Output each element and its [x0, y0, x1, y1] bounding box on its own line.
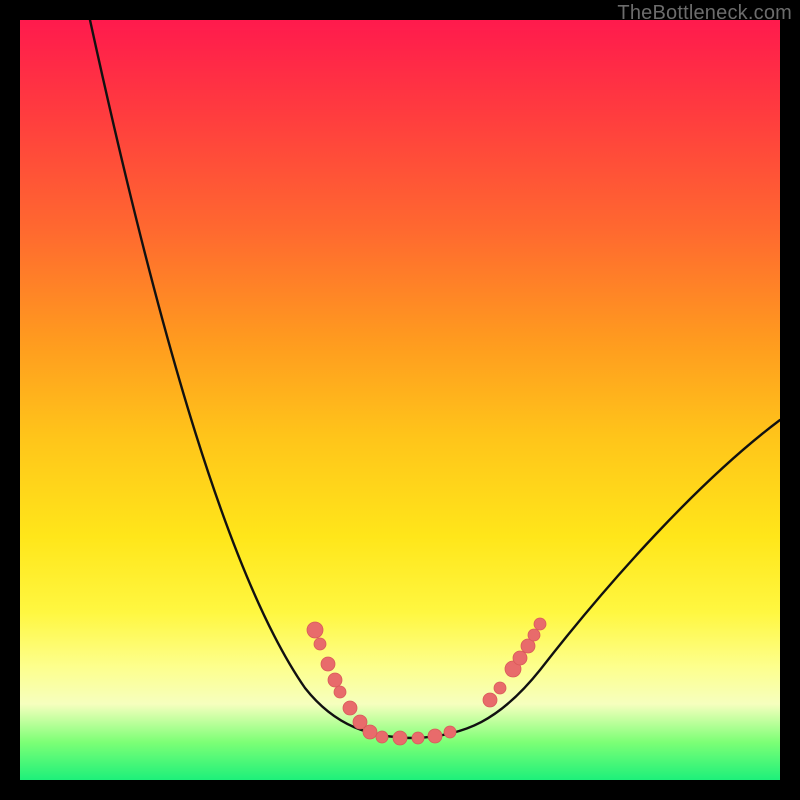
- data-point-marker: [321, 657, 335, 671]
- data-point-marker: [534, 618, 546, 630]
- data-point-marker: [334, 686, 346, 698]
- data-point-marker: [412, 732, 424, 744]
- data-point-marker: [444, 726, 456, 738]
- data-point-marker: [494, 682, 506, 694]
- data-point-marker: [314, 638, 326, 650]
- data-point-marker: [505, 661, 521, 677]
- marker-group: [307, 618, 546, 745]
- data-point-marker: [513, 651, 527, 665]
- data-point-marker: [428, 729, 442, 743]
- data-point-marker: [528, 629, 540, 641]
- plot-area: [20, 20, 780, 780]
- data-point-marker: [483, 693, 497, 707]
- bottleneck-curve: [90, 20, 780, 738]
- chart-stage: TheBottleneck.com: [0, 0, 800, 800]
- data-point-marker: [376, 731, 388, 743]
- chart-svg: [20, 20, 780, 780]
- data-point-marker: [307, 622, 323, 638]
- data-point-marker: [393, 731, 407, 745]
- data-point-marker: [521, 639, 535, 653]
- data-point-marker: [353, 715, 367, 729]
- data-point-marker: [363, 725, 377, 739]
- data-point-marker: [328, 673, 342, 687]
- data-point-marker: [343, 701, 357, 715]
